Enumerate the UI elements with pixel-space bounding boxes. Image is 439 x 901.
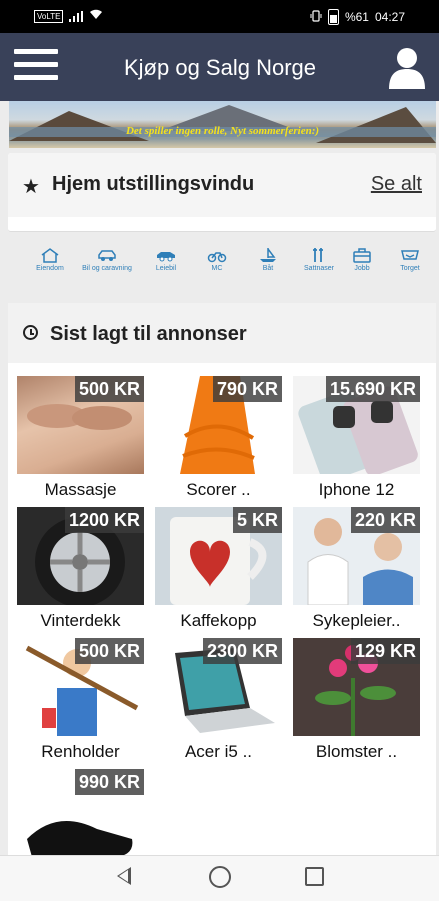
ad-title: Iphone 12: [318, 480, 395, 499]
ad-price: 220 KR: [350, 507, 420, 533]
ad-card-massasje[interactable]: 500 KR Massasje: [17, 376, 144, 499]
ad-card-acer[interactable]: 2300 KR Acer i5 ..: [155, 638, 282, 761]
ad-title: Massasje: [44, 480, 117, 499]
see-all-link[interactable]: Se alt: [371, 173, 422, 196]
ad-card-sykepleier[interactable]: 220 KR Sykepleier..: [293, 507, 420, 630]
battery-percent: %61: [344, 10, 369, 24]
status-bar: VoLTE %61 04:27: [0, 0, 439, 33]
category-label: Bil og caravning: [82, 265, 132, 272]
recent-ads-section: Sist lagt til annonser 500 KR Massasje 7…: [8, 303, 436, 867]
ad-title: Vinterdekk: [40, 611, 121, 630]
app-title: Kjøp og Salg Norge: [124, 55, 316, 80]
ad-title: Scorer ..: [186, 480, 251, 499]
ad-title: Renholder: [41, 742, 120, 761]
ad-price: 15.690 KR: [325, 376, 420, 402]
back-icon[interactable]: [117, 867, 131, 885]
banner-text: Det spiller ingen rolle, Nyt sommerferie…: [125, 125, 320, 137]
ad-price: 790 KR: [212, 376, 282, 402]
clock-icon: [23, 325, 38, 340]
briefcase-icon: [353, 248, 371, 263]
ad-price: 5 KR: [232, 507, 282, 533]
category-label: Leiebil: [155, 265, 177, 272]
ad-price: 1200 KR: [64, 507, 144, 533]
ad-title: Kaffekopp: [180, 611, 257, 630]
recent-title: Sist lagt til annonser: [50, 323, 247, 345]
rental-car-icon: [157, 252, 175, 262]
promo-banner[interactable]: Det spiller ingen rolle, Nyt sommerferie…: [9, 101, 436, 148]
ad-price: 500 KR: [74, 376, 144, 402]
tools-icon: [313, 248, 323, 262]
ad-title: Sykepleier..: [312, 611, 401, 630]
ad-card-scorer[interactable]: 790 KR Scorer ..: [155, 376, 282, 499]
car-icon: [98, 250, 116, 261]
star-icon: ★: [22, 176, 40, 198]
vibrate-icon: [310, 9, 322, 25]
house-icon: [41, 248, 59, 263]
category-bar: Eiendom Bil og caravning Leiebil MC Båt …: [8, 235, 436, 295]
clock-time: 04:27: [374, 10, 405, 24]
menu-icon[interactable]: [14, 49, 58, 85]
ad-card-renholder[interactable]: 500 KR Renholder: [17, 638, 144, 761]
ad-title: Blomster ..: [315, 742, 398, 761]
category-label: MC: [211, 265, 223, 272]
category-label: Båt: [262, 265, 274, 272]
volte-badge: VoLTE: [34, 9, 64, 23]
wifi-icon: [89, 9, 103, 23]
motorcycle-icon: [207, 252, 227, 263]
app-header: Kjøp og Salg Norge: [0, 33, 439, 101]
ad-card-iphone[interactable]: 15.690 KR Iphone 12: [293, 376, 420, 499]
category-item-jobb[interactable]: Jobb: [336, 247, 388, 272]
ad-card-kaffekopp[interactable]: 5 KR Kaffekopp: [155, 507, 282, 630]
ad-card-vinterdekk[interactable]: 1200 KR Vinterdekk: [17, 507, 144, 630]
category-item-mc[interactable]: MC: [191, 247, 243, 272]
ad-card-blomster[interactable]: 129 KR Blomster ..: [293, 638, 420, 761]
category-label: Jobb: [354, 265, 370, 272]
category-label: Eiendom: [36, 265, 64, 272]
signal-icon: [69, 10, 84, 22]
category-label: Torget: [400, 265, 420, 272]
category-item-torget[interactable]: Torget: [384, 247, 436, 272]
battery-icon: [327, 9, 339, 25]
ad-price: 990 KR: [74, 769, 144, 795]
ad-title: Acer i5 ..: [184, 742, 253, 761]
category-item-bat[interactable]: Båt: [242, 247, 294, 272]
ad-price: 500 KR: [74, 638, 144, 664]
showcase-section: ★ Hjem utstillingsvindu Se alt: [8, 153, 436, 232]
ad-price: 2300 KR: [202, 638, 282, 664]
market-icon: [401, 250, 419, 260]
showcase-title: Hjem utstillingsvindu: [52, 173, 255, 195]
category-item-eiendom[interactable]: Eiendom: [24, 247, 76, 272]
home-icon[interactable]: [209, 866, 231, 888]
ad-price: 129 KR: [350, 638, 420, 664]
category-item-leiebil[interactable]: Leiebil: [140, 247, 192, 272]
category-item-bil[interactable]: Bil og caravning: [81, 247, 133, 272]
user-account-icon[interactable]: [387, 45, 427, 89]
system-nav-bar: [0, 855, 439, 901]
boat-icon: [260, 248, 276, 262]
recent-apps-icon[interactable]: [305, 867, 324, 886]
